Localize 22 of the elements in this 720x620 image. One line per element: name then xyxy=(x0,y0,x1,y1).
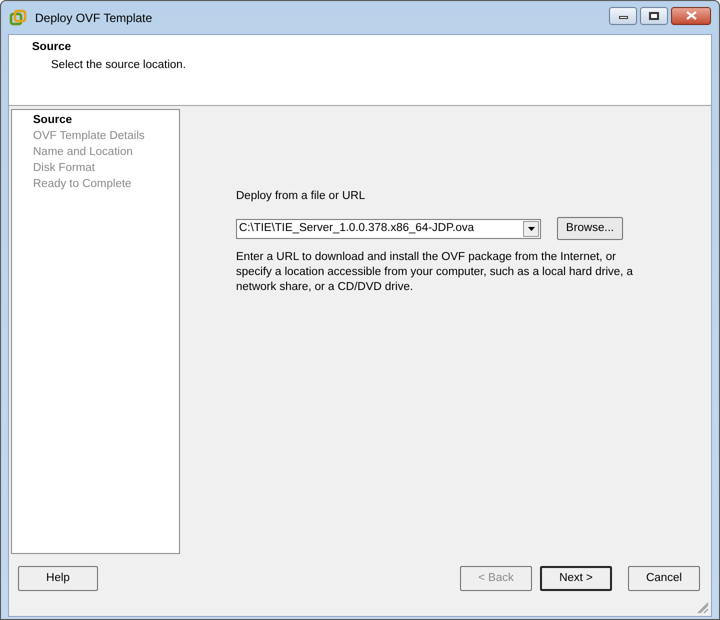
caret-icon xyxy=(528,226,534,231)
header-subtitle: Select the source location. xyxy=(50,58,187,74)
step-item: Disk Format xyxy=(33,161,95,176)
step-item: Ready to Complete xyxy=(33,177,132,192)
app-logo-icon xyxy=(9,8,27,26)
source-combobox[interactable]: C:\TIE\TIE_Server_1.0.0.378.x86_64-JDP.ova xyxy=(236,218,541,239)
close-icon xyxy=(686,11,696,20)
source-label: Deploy from a file or URL xyxy=(236,189,366,204)
step-item: Name and Location xyxy=(33,145,133,160)
help-button[interactable]: Help xyxy=(18,566,98,591)
maximize-button[interactable] xyxy=(640,6,668,24)
browse-button[interactable]: Browse... xyxy=(557,217,623,240)
close-button[interactable] xyxy=(671,6,711,24)
step-item: Source xyxy=(33,113,72,128)
next-button[interactable]: Next > xyxy=(540,566,612,591)
resize-grip-icon[interactable] xyxy=(697,602,709,614)
minimize-button[interactable] xyxy=(609,6,637,24)
step-item: OVF Template Details xyxy=(33,129,145,144)
cancel-button[interactable]: Cancel xyxy=(628,566,700,591)
header-title: Source xyxy=(32,40,72,55)
help-text: Enter a URL to download and install the OVF package from the Internet, or specify a location accessible from your computer, such as a local hard drive, a network share, or a CD/DVD drive. xyxy=(236,250,634,296)
window-title: Deploy OVF Template xyxy=(35,10,152,26)
